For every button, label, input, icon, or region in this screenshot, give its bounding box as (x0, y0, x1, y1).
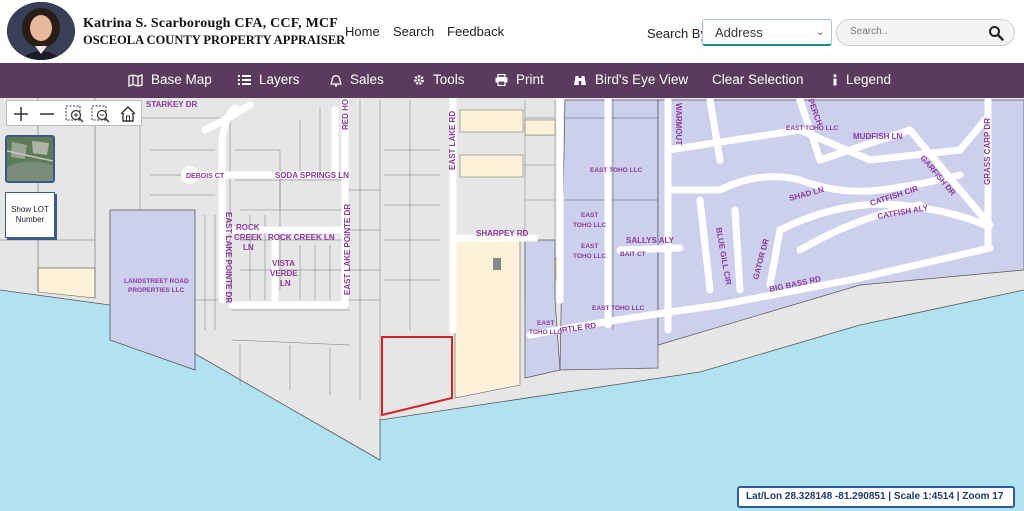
search-by-select[interactable]: Address ⌄ (702, 19, 832, 46)
appraiser-name: Katrina S. Scarborough CFA, CCF, MCF (83, 16, 339, 31)
base-map-label: Base Map (151, 72, 212, 87)
parcel-yellow-mid[interactable] (454, 237, 521, 399)
street-label: VISTA (272, 259, 295, 268)
street-label: GRASS CARP DR (983, 118, 992, 185)
search-input[interactable] (850, 26, 990, 37)
street-label: EAST LAKE RD (448, 111, 457, 170)
street-label: LN (243, 243, 254, 252)
search-box[interactable] (836, 19, 1015, 46)
owner-label: PROPERTIES LLC (128, 287, 185, 294)
tools-button[interactable]: Tools (413, 63, 465, 98)
binoculars-icon (573, 74, 587, 86)
print-button[interactable]: Print (495, 63, 544, 98)
basemap-toggle-thumbnail[interactable] (5, 135, 55, 183)
street-label: ROCK (236, 223, 260, 232)
owner-label: EAST TOHO LLC (590, 167, 643, 174)
street-label: SHARPEY RD (476, 229, 529, 238)
street-label: STARKEY DR (146, 100, 197, 109)
clear-selection-button[interactable]: Clear Selection (712, 63, 804, 98)
search-icon[interactable] (988, 25, 1004, 41)
gear-icon (413, 74, 425, 86)
owner-label: LANDSTREET ROAD (124, 278, 189, 285)
street-label: MUDFISH LN (853, 132, 903, 141)
street-label: ROCK CREEK LN (268, 233, 335, 242)
zoom-out-icon[interactable] (36, 104, 58, 124)
search-by-value: Address (715, 25, 763, 40)
street-label: RED HO (341, 99, 350, 130)
list-icon (238, 74, 251, 86)
owner-label: EAST (581, 243, 598, 250)
street-label: CREEK (234, 233, 262, 242)
legend-label: Legend (846, 72, 892, 87)
street-label: EAST LAKE POINTE DR (224, 212, 233, 303)
map-canvas[interactable]: STARKEY DR DEBOIS CT SODA SPRINGS LN RED… (0, 98, 1024, 511)
base-map-button[interactable]: Base Map (128, 63, 212, 98)
sales-label: Sales (350, 72, 384, 87)
owner-label: TOHO LLC (529, 329, 562, 336)
clear-selection-label: Clear Selection (712, 72, 804, 87)
office-name: Osceola County Property Appraiser (83, 33, 346, 47)
brand-block: Katrina S. Scarborough CFA, CCF, MCF Osc… (83, 16, 345, 48)
app-header: Katrina S. Scarborough CFA, CCF, MCF Osc… (0, 0, 1024, 63)
parcel-map[interactable]: STARKEY DR DEBOIS CT SODA SPRINGS LN RED… (0, 98, 1024, 511)
birds-eye-view-label: Bird's Eye View (595, 72, 689, 87)
home-extent-icon[interactable] (117, 104, 139, 124)
zoom-in-icon[interactable] (10, 104, 32, 124)
layers-label: Layers (259, 72, 300, 87)
street-label: SODA SPRINGS LN (275, 171, 349, 180)
owner-label: TOHO LLC (573, 222, 606, 229)
printer-icon (495, 74, 508, 87)
layers-button[interactable]: Layers (238, 63, 300, 98)
feedback-link[interactable]: Feedback (447, 24, 504, 39)
map-toolbar: Base Map Layers Sales Tools Print Bird's… (0, 63, 1024, 98)
owner-label: EAST TOHO LLC (592, 305, 645, 312)
map-icon (128, 73, 143, 87)
zoom-in-box-icon[interactable] (64, 104, 86, 124)
search-by-label: Search By (647, 26, 707, 41)
owner-label: TOHO LLC (573, 253, 606, 260)
street-label: BAIT CT (620, 251, 646, 258)
street-label: EAST LAKE POINTE DR (343, 204, 352, 295)
street-label: DEBOIS CT (186, 173, 225, 180)
street-label: VERDE (270, 269, 298, 278)
birds-eye-view-button[interactable]: Bird's Eye View (573, 63, 688, 98)
street-label: LN (280, 279, 291, 288)
zoom-out-box-icon[interactable] (90, 104, 112, 124)
search-link[interactable]: Search (393, 24, 434, 39)
appraiser-photo (7, 2, 75, 60)
show-lot-number-button[interactable]: Show LOT Number (5, 192, 55, 238)
owner-label: EAST (581, 212, 598, 219)
coordinate-scale-readout: Lat/Lon 28.328148 -81.290851 | Scale 1:4… (737, 486, 1015, 508)
chevron-down-icon: ⌄ (815, 26, 825, 38)
bell-icon (330, 74, 342, 87)
print-label: Print (516, 72, 544, 87)
legend-button[interactable]: Legend (832, 63, 891, 98)
sales-button[interactable]: Sales (330, 63, 384, 98)
owner-label: EAST (537, 320, 554, 327)
owner-label: EAST TOHO LLC (786, 125, 839, 132)
street-label: SALLYS ALY (626, 236, 675, 245)
tools-label: Tools (433, 72, 465, 87)
home-link[interactable]: Home (345, 24, 380, 39)
street-label: WARMOUT (674, 103, 683, 145)
map-zoom-toolbar (6, 100, 142, 126)
info-icon (832, 74, 838, 86)
